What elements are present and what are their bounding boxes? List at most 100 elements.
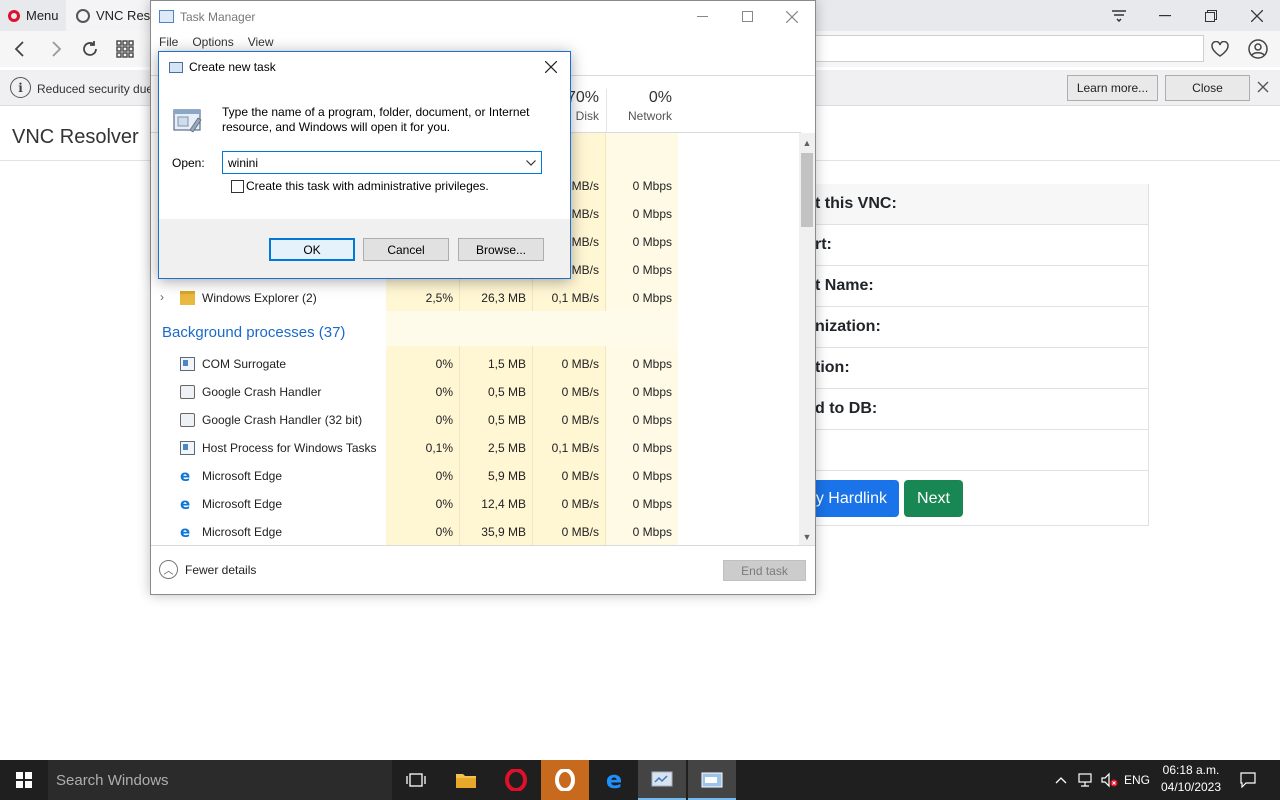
card-row-location: tion: (815, 348, 1148, 389)
next-button[interactable]: Next (904, 480, 963, 517)
disk-cell: 0,1 MB/s (551, 291, 599, 305)
address-bar[interactable] (815, 35, 1204, 62)
browser-tab[interactable]: VNC Resolver (66, 0, 156, 31)
start-button[interactable] (0, 760, 48, 800)
browser-restore-button[interactable] (1188, 0, 1234, 31)
column-header-network[interactable]: 0% Network (606, 89, 678, 133)
scroll-thumb[interactable] (801, 153, 813, 227)
card-row-organization: nization: (815, 307, 1148, 348)
table-row[interactable]: Google Crash Handler 0% 0,5 MB 0 MB/s 0 … (151, 378, 679, 406)
copy-hardlink-button[interactable]: y Hardlink (815, 480, 899, 517)
expand-chevron-icon[interactable]: › (160, 290, 164, 304)
action-center-icon[interactable] (1236, 760, 1260, 800)
create-new-task-dialog: Create new task Type the name of a progr… (158, 51, 571, 279)
memory-cell: 0,5 MB (487, 385, 526, 399)
disk-cell: 0 MB/s (561, 497, 599, 511)
browse-button[interactable]: Browse... (458, 238, 544, 261)
table-row[interactable]: Google Crash Handler (32 bit) 0% 0,5 MB … (151, 406, 679, 434)
process-name: Microsoft Edge (202, 497, 283, 511)
profile-avatar-icon[interactable] (1245, 36, 1271, 62)
security-bar-close-icon[interactable] (1256, 80, 1270, 94)
memory-cell: 0,5 MB (487, 413, 526, 427)
cancel-button[interactable]: Cancel (363, 238, 449, 261)
show-hidden-icons-chevron-icon[interactable] (1050, 760, 1072, 800)
speed-dial-grid-icon[interactable] (112, 36, 138, 62)
learn-more-button[interactable]: Learn more... (1067, 75, 1158, 101)
network-cell: 0 Mbps (632, 413, 672, 427)
language-indicator[interactable]: ENG (1122, 760, 1152, 800)
task-view-icon[interactable] (392, 760, 440, 800)
back-button[interactable] (6, 36, 32, 62)
menu-view[interactable]: View (248, 35, 274, 49)
windows-logo-icon (16, 772, 32, 788)
network-cell: 0 Mbps (632, 207, 672, 221)
disk-cell: 0 MB/s (561, 413, 599, 427)
cpu-cell: 0,1% (425, 441, 453, 455)
run-dialog-taskbar-icon[interactable] (688, 760, 736, 800)
tm-maximize-button[interactable] (724, 1, 770, 32)
fewer-details-link[interactable]: Fewer details (185, 563, 256, 577)
network-cell: 0 Mbps (632, 179, 672, 193)
menu-options[interactable]: Options (192, 35, 233, 49)
scroll-down-arrow-icon[interactable]: ▼ (799, 529, 815, 545)
disk-cell: 0 MB/s (561, 385, 599, 399)
open-input[interactable] (223, 152, 519, 173)
tm-footer-divider (151, 545, 815, 546)
reload-button[interactable] (77, 36, 103, 62)
admin-privileges-checkbox[interactable] (231, 180, 244, 193)
opera-browser-icon[interactable] (492, 760, 540, 800)
window-icon (180, 441, 195, 455)
network-icon[interactable] (1074, 760, 1096, 800)
tm-minimize-button[interactable] (679, 1, 725, 32)
gear-icon (180, 385, 195, 399)
task-manager-taskbar-icon[interactable] (638, 760, 686, 800)
browser-close-button[interactable] (1234, 0, 1280, 31)
open-combobox[interactable] (222, 151, 542, 174)
clock-date: 04/10/2023 (1160, 780, 1222, 794)
table-row[interactable]: e Microsoft Edge 0% 35,9 MB 0 MB/s 0 Mbp… (151, 518, 679, 546)
bookmark-heart-icon[interactable] (1207, 36, 1233, 62)
end-task-button[interactable]: End task (723, 560, 806, 581)
forward-button[interactable] (44, 36, 70, 62)
card-row-port: rt: (815, 225, 1148, 266)
chevron-down-icon[interactable] (521, 152, 541, 173)
ok-button[interactable]: OK (269, 238, 355, 261)
taskbar-search-box[interactable]: Search Windows (48, 760, 392, 800)
edge-icon: e (180, 523, 191, 541)
table-row[interactable]: e Microsoft Edge 0% 12,4 MB 0 MB/s 0 Mbp… (151, 490, 679, 518)
opera-active-window-icon[interactable] (541, 760, 589, 800)
opera-menu-button[interactable]: Menu (0, 0, 66, 31)
cpu-cell: 0% (435, 413, 453, 427)
volume-muted-icon[interactable] (1098, 760, 1120, 800)
clock-time: 06:18 a.m. (1162, 763, 1220, 777)
cpu-cell: 0% (435, 357, 453, 371)
dialog-titlebar[interactable]: Create new task (159, 52, 570, 82)
browser-tab-title: VNC Resolver (96, 8, 156, 23)
easy-setup-icon[interactable] (1096, 0, 1142, 31)
table-row[interactable]: COM Surrogate 0% 1,5 MB 0 MB/s 0 Mbps (151, 350, 679, 378)
menu-file[interactable]: File (159, 35, 178, 49)
table-row[interactable]: Host Process for Windows Tasks 0,1% 2,5 … (151, 434, 679, 462)
scroll-up-arrow-icon[interactable]: ▲ (799, 135, 815, 151)
card-row-added-to-db: d to DB: (815, 389, 1148, 430)
disk-cell: 0 MB/s (561, 357, 599, 371)
chevron-up-icon[interactable]: ︿ (159, 560, 178, 579)
card-row-name: t Name: (815, 266, 1148, 307)
security-close-button[interactable]: Close (1165, 75, 1250, 101)
open-label: Open: (172, 156, 205, 170)
table-row[interactable]: e Microsoft Edge 0% 5,9 MB 0 MB/s 0 Mbps (151, 462, 679, 490)
browser-minimize-button[interactable] (1142, 0, 1188, 31)
network-cell: 0 Mbps (632, 441, 672, 455)
run-program-icon (172, 106, 204, 136)
network-usage-percent: 0% (648, 89, 672, 106)
table-row-windows-explorer[interactable]: › Windows Explorer (2) 2,5% 26,3 MB 0,1 … (151, 284, 679, 312)
run-dialog-icon (169, 61, 183, 73)
taskbar-clock[interactable]: 06:18 a.m. 04/10/2023 (1150, 762, 1232, 798)
process-name: COM Surrogate (202, 357, 287, 371)
task-manager-title: Task Manager (180, 9, 256, 24)
network-cell: 0 Mbps (632, 291, 672, 305)
dialog-close-button[interactable] (531, 52, 571, 82)
file-explorer-icon[interactable] (442, 760, 490, 800)
edge-browser-icon[interactable]: e (590, 760, 638, 800)
tm-close-button[interactable] (769, 1, 815, 32)
